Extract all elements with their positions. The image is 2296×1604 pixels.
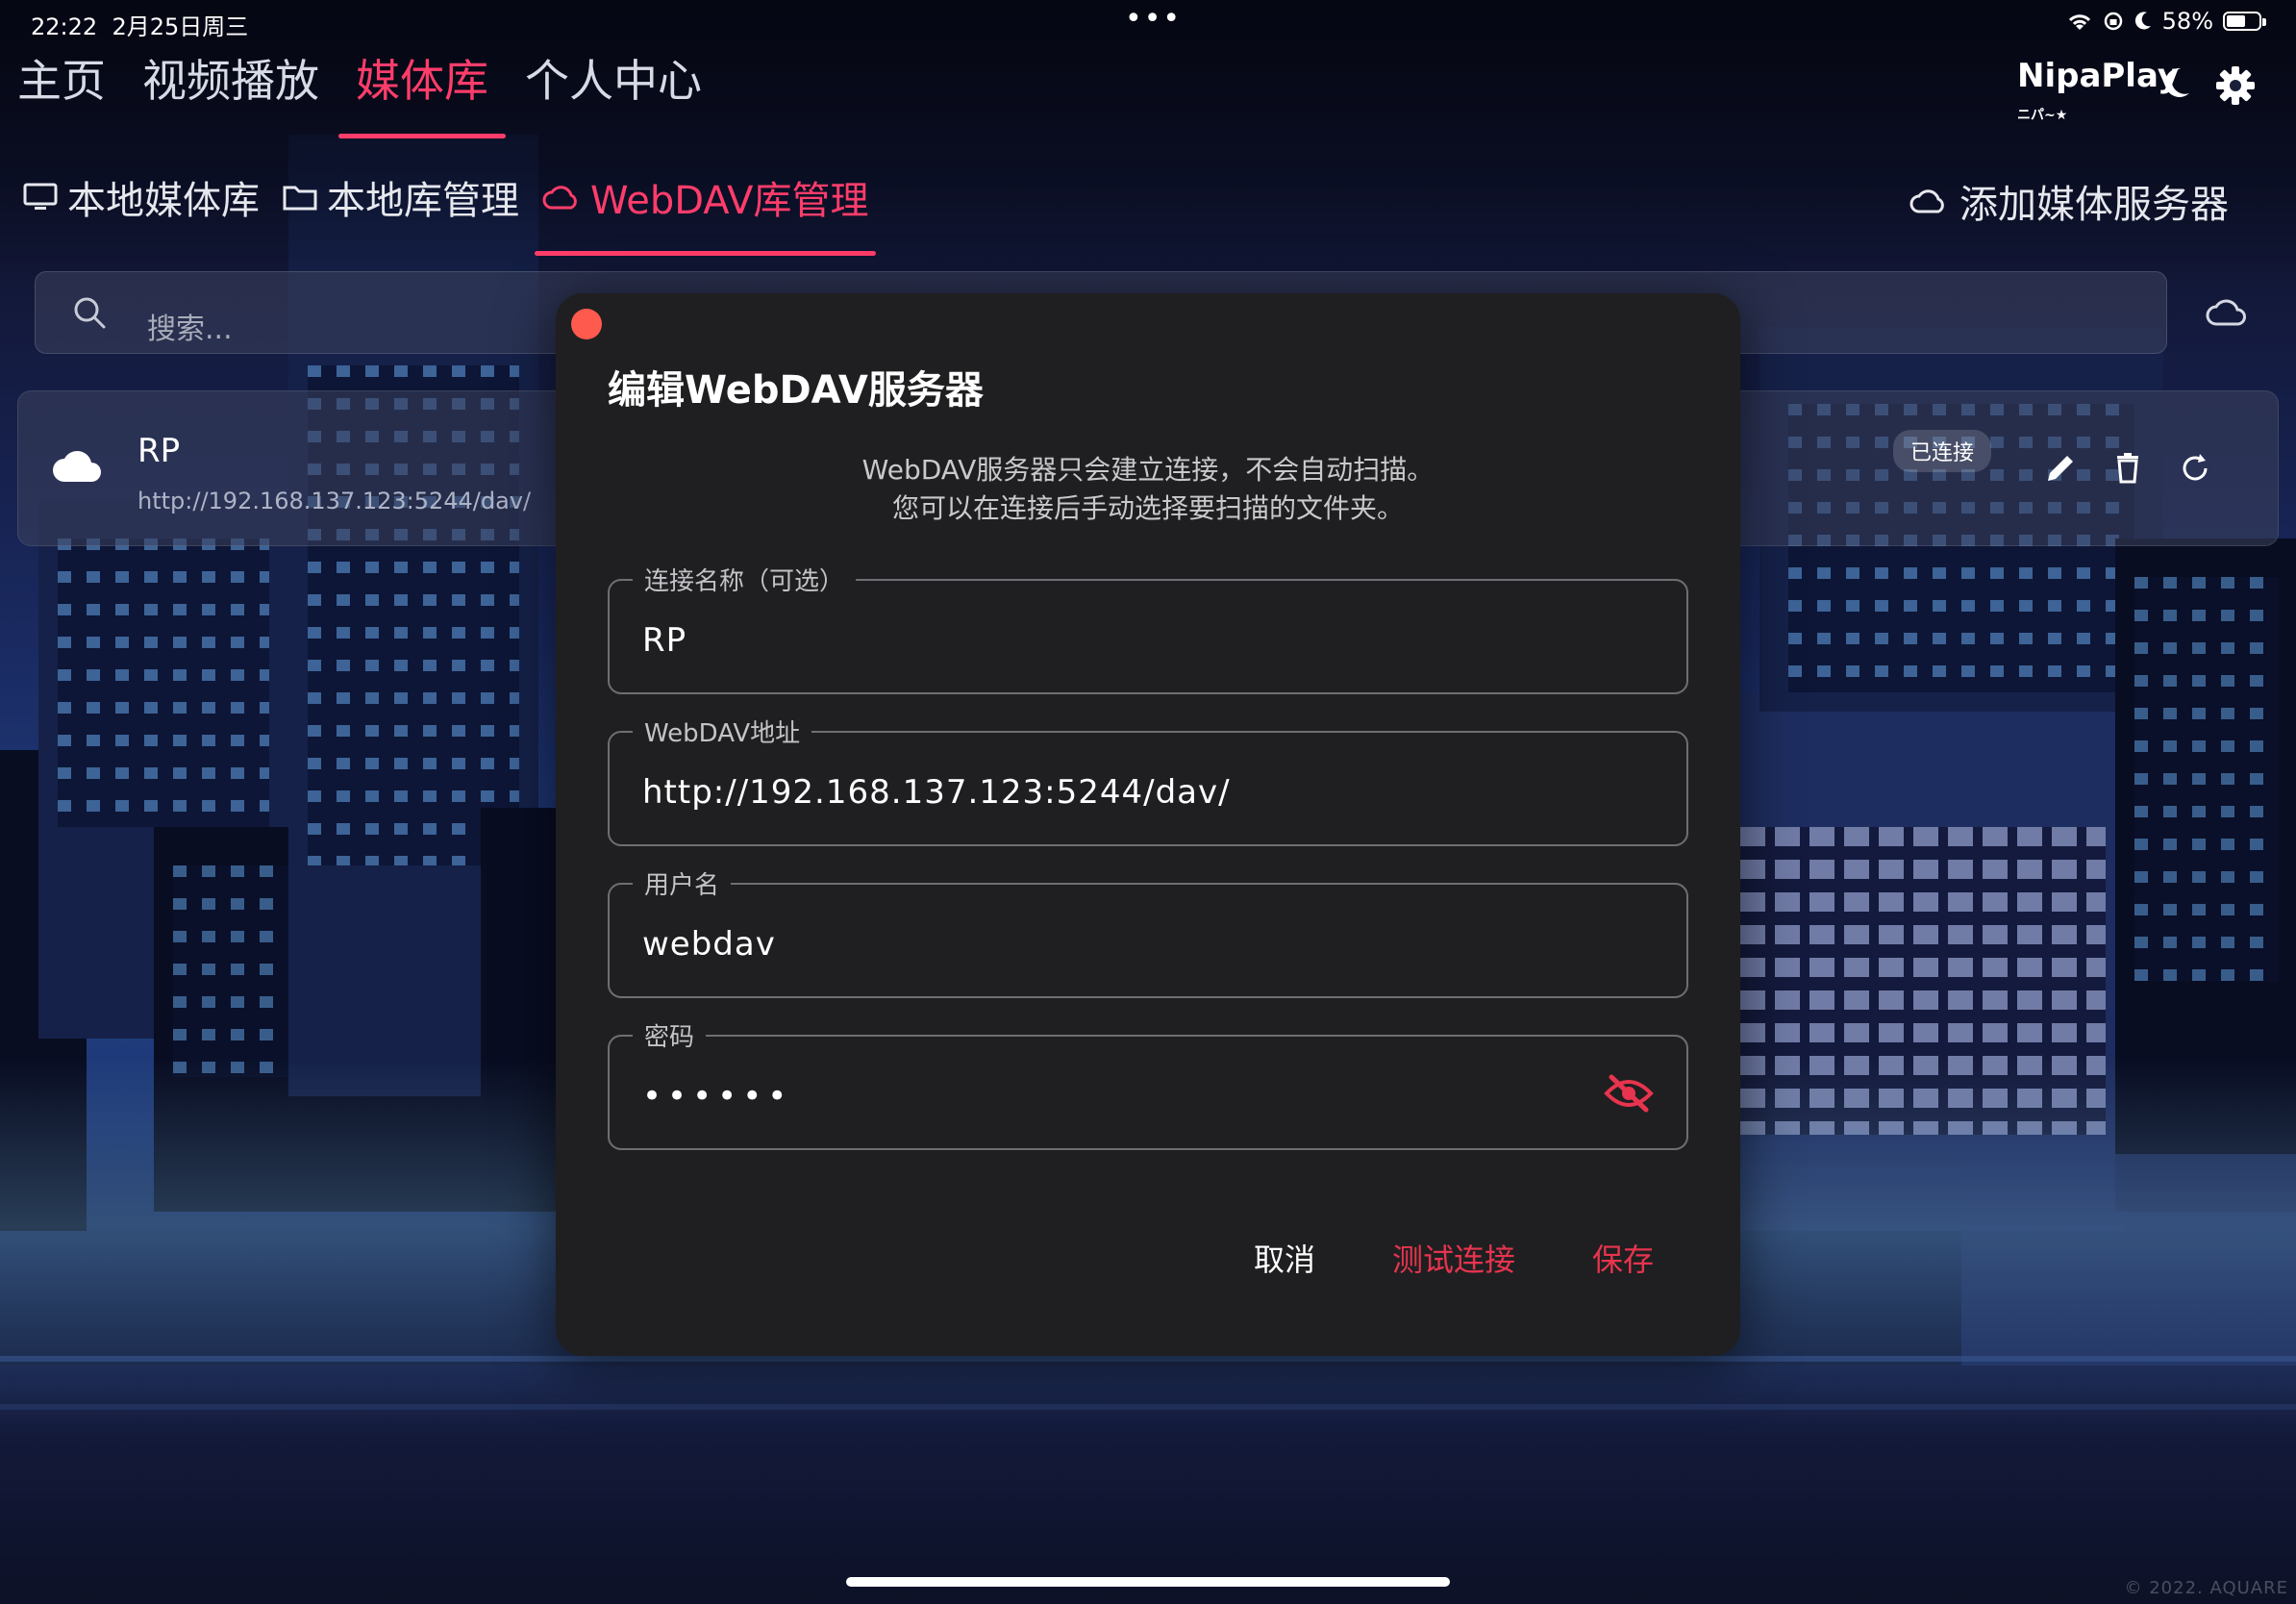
password-label: 密码	[633, 1017, 707, 1053]
username-label: 用户名	[633, 865, 732, 901]
dialog-actions: 取消 测试连接 保存	[1254, 1236, 1654, 1280]
subtab-webdav-manage-label: WebDAV库管理	[590, 179, 869, 223]
subtab-webdav-manage[interactable]: WebDAV库管理	[534, 169, 877, 256]
toggle-password-visibility-icon[interactable]	[1604, 1073, 1654, 1114]
subtab-local-library-manage[interactable]: 本地库管理	[283, 169, 519, 256]
dialog-description-line1: WebDAV服务器只会建立连接，不会自动扫描。	[861, 454, 1435, 486]
wifi-icon	[2068, 14, 2090, 30]
cloud-icon	[542, 186, 577, 210]
search-icon	[74, 297, 106, 329]
settings-gear-icon[interactable]	[2215, 65, 2256, 106]
connection-name-field[interactable]: 连接名称（可选） RP	[608, 562, 1688, 694]
search-placeholder: 搜索...	[147, 313, 233, 346]
battery-percent: 58%	[2161, 8, 2213, 35]
battery-level	[2227, 15, 2245, 27]
main-nav: 主页 视频播放 媒体库 个人中心	[17, 46, 702, 138]
theme-moon-icon[interactable]	[2158, 65, 2192, 100]
battery-icon	[2223, 12, 2266, 31]
add-media-server-button[interactable]: 添加媒体服务器	[1909, 173, 2229, 229]
edit-webdav-dialog: 编辑WebDAV服务器 WebDAV服务器只会建立连接，不会自动扫描。 您可以在…	[556, 293, 1740, 1356]
multitask-dots-icon[interactable]: •••	[1125, 2, 1182, 36]
cloud-icon	[1909, 189, 1944, 213]
webdav-url-label: WebDAV地址	[633, 714, 812, 749]
copyright-text: © 2022. AQUARE	[2124, 1578, 2288, 1598]
subtab-local-library-manage-label: 本地库管理	[327, 179, 519, 223]
cloud-sync-icon[interactable]	[2206, 298, 2248, 327]
server-name: RP	[137, 432, 181, 470]
status-time: 22:22 2月25日周三	[31, 8, 248, 41]
status-time-text: 22:22	[31, 13, 98, 40]
subtab-local-media-label: 本地媒体库	[67, 179, 260, 223]
monitor-icon	[23, 183, 58, 210]
edit-pencil-icon[interactable]	[2043, 451, 2078, 486]
test-connection-button[interactable]: 测试连接	[1392, 1236, 1515, 1280]
subtab-local-media[interactable]: 本地媒体库	[23, 169, 260, 256]
dialog-title: 编辑WebDAV服务器	[608, 368, 984, 413]
status-date-text: 2月25日周三	[112, 13, 249, 40]
tab-video-player[interactable]: 视频播放	[142, 46, 319, 138]
folder-icon	[283, 186, 317, 211]
do-not-disturb-moon-icon	[2134, 12, 2151, 30]
refresh-icon[interactable]	[2178, 451, 2212, 486]
dialog-description-line2: 您可以在连接后手动选择要扫描的文件夹。	[891, 492, 1404, 524]
cloud-icon	[53, 450, 101, 482]
tab-home[interactable]: 主页	[17, 46, 106, 138]
tab-personal-center[interactable]: 个人中心	[525, 46, 702, 138]
password-field[interactable]: 密码 ••••••	[608, 1017, 1688, 1150]
username-field[interactable]: 用户名 webdav	[608, 865, 1688, 998]
webdav-url-field[interactable]: WebDAV地址 http://192.168.137.123:5244/dav…	[608, 714, 1688, 846]
cancel-button[interactable]: 取消	[1254, 1236, 1315, 1280]
dialog-close-dot[interactable]	[571, 309, 602, 339]
nipaplay-logo: NipaPlay ニパ~★	[2017, 60, 2179, 125]
logo-subtext: ニパ~★	[2017, 108, 2068, 123]
save-button[interactable]: 保存	[1592, 1236, 1654, 1280]
status-right: 58%	[2066, 8, 2266, 35]
library-sub-nav: 本地媒体库 本地库管理 WebDAV库管理	[23, 169, 877, 256]
delete-trash-icon[interactable]	[2110, 451, 2145, 486]
password-value: ••••••	[642, 1077, 793, 1115]
home-indicator[interactable]	[846, 1577, 1450, 1587]
logo-text: NipaPlay	[2017, 57, 2180, 95]
status-bar: 22:22 2月25日周三 ••• 58%	[0, 0, 2296, 44]
dialog-description: WebDAV服务器只会建立连接，不会自动扫描。 您可以在连接后手动选择要扫描的文…	[556, 451, 1740, 528]
username-value: webdav	[642, 925, 776, 964]
status-badge: 已连接	[1893, 430, 1992, 472]
tab-media-library[interactable]: 媒体库	[338, 46, 506, 138]
server-url: http://192.168.137.123:5244/dav/	[137, 488, 532, 514]
connection-name-value: RP	[642, 621, 687, 660]
connection-name-label: 连接名称（可选）	[633, 562, 857, 597]
webdav-url-value: http://192.168.137.123:5244/dav/	[642, 773, 1231, 812]
add-media-server-label: 添加媒体服务器	[1959, 183, 2229, 227]
orientation-lock-icon	[2104, 12, 2122, 31]
